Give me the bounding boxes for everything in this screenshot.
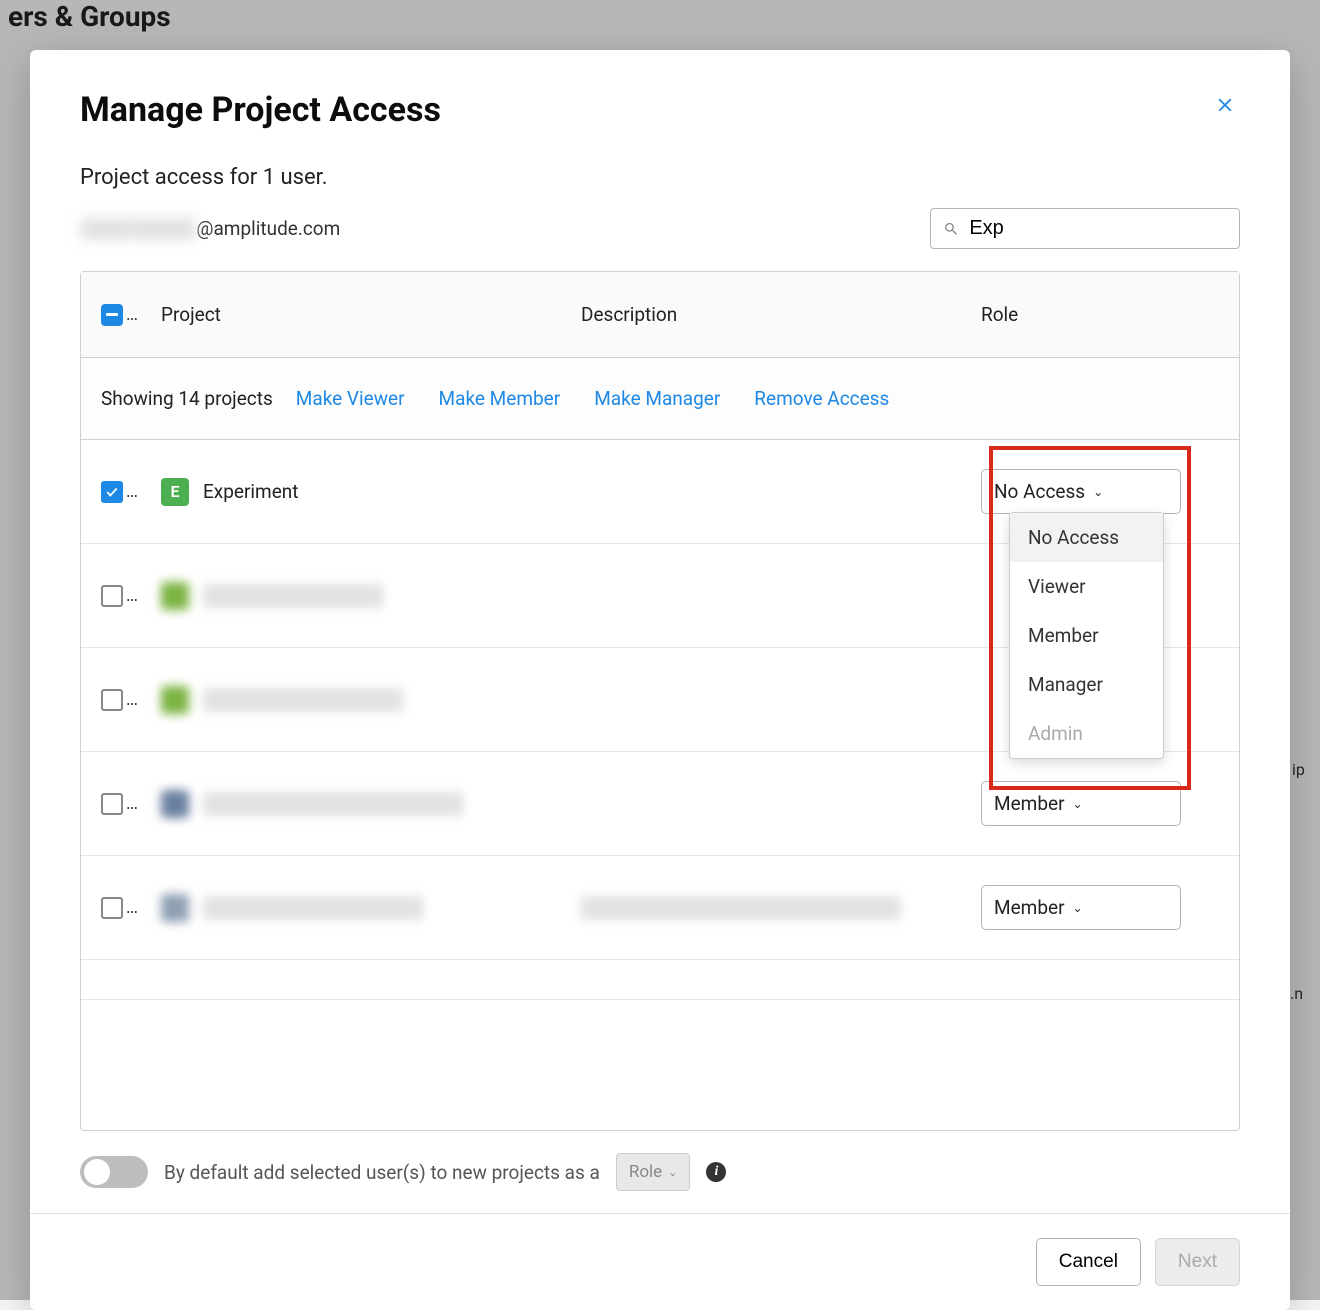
- select-all-checkbox[interactable]: [101, 304, 123, 326]
- row-more-icon[interactable]: ...: [126, 481, 137, 502]
- table-row: ... E Experiment No Access ⌄ No Ac: [81, 440, 1239, 544]
- modal-footer: Cancel Next: [30, 1213, 1290, 1310]
- column-description: Description: [581, 303, 981, 326]
- showing-count: Showing 14 projects: [101, 387, 273, 410]
- header-more-icon[interactable]: ...: [126, 304, 137, 325]
- row-more-icon[interactable]: ...: [126, 897, 137, 918]
- column-project: Project: [161, 303, 581, 326]
- role-option-member[interactable]: Member: [1010, 611, 1163, 660]
- search-icon: [943, 220, 959, 238]
- project-desc-blurred: [581, 896, 901, 920]
- info-icon[interactable]: i: [706, 1162, 726, 1182]
- user-email-suffix: @amplitude.com: [196, 217, 340, 240]
- make-viewer-link[interactable]: Make Viewer: [296, 387, 405, 410]
- project-icon: [161, 582, 189, 610]
- role-option-no-access[interactable]: No Access: [1010, 513, 1163, 562]
- table-row: ... Member ⌄: [81, 752, 1239, 856]
- next-button[interactable]: Next: [1155, 1238, 1240, 1286]
- modal-subheader: Project access for 1 user.: [30, 140, 1290, 190]
- modal-header: Manage Project Access: [30, 50, 1290, 140]
- default-role-select[interactable]: Role ⌄: [616, 1153, 691, 1191]
- make-manager-link[interactable]: Make Manager: [594, 387, 720, 410]
- role-dropdown[interactable]: Member ⌄: [981, 885, 1181, 930]
- project-name-blurred: [203, 792, 463, 816]
- project-name: Experiment: [203, 480, 298, 503]
- row-checkbox[interactable]: [101, 585, 123, 607]
- role-dropdown-label: Member: [994, 792, 1065, 815]
- chevron-down-icon: ⌄: [1073, 797, 1083, 811]
- cancel-button[interactable]: Cancel: [1036, 1238, 1141, 1286]
- chevron-down-icon: ⌄: [668, 1166, 677, 1179]
- row-checkbox[interactable]: [101, 793, 123, 815]
- projects-table: ... Project Description Role Showing 14 …: [80, 271, 1240, 1131]
- role-dropdown[interactable]: Member ⌄: [981, 781, 1181, 826]
- table-row: ... Member ⌄: [81, 856, 1239, 960]
- bulk-action-bar: Showing 14 projects Make Viewer Make Mem…: [81, 358, 1239, 440]
- project-name-blurred: [203, 584, 383, 608]
- default-role-toggle[interactable]: [80, 1156, 148, 1188]
- table-row: [81, 960, 1239, 1000]
- row-checkbox[interactable]: [101, 897, 123, 919]
- check-icon: [105, 485, 119, 499]
- project-icon: E: [161, 478, 189, 506]
- search-input[interactable]: [969, 217, 1227, 240]
- project-name-blurred: [203, 688, 403, 712]
- user-search-row: xxxxx xxxxxx@amplitude.com: [30, 190, 1290, 271]
- chevron-down-icon: ⌄: [1093, 485, 1103, 499]
- user-email: xxxxx xxxxxx@amplitude.com: [80, 217, 340, 240]
- default-role-label: Role: [629, 1162, 662, 1182]
- toggle-knob: [84, 1159, 110, 1185]
- default-role-row: By default add selected user(s) to new p…: [30, 1131, 1290, 1213]
- indeterminate-icon: [106, 313, 118, 316]
- manage-project-access-modal: Manage Project Access Project access for…: [30, 50, 1290, 1310]
- role-option-viewer[interactable]: Viewer: [1010, 562, 1163, 611]
- modal-subtitle: Project access for 1 user.: [80, 165, 1240, 190]
- role-option-admin[interactable]: Admin: [1010, 709, 1163, 758]
- role-dropdown-menu: No Access Viewer Member Manager Admin: [1009, 512, 1164, 759]
- modal-title: Manage Project Access: [80, 90, 441, 130]
- table-body[interactable]: ... E Experiment No Access ⌄ No Ac: [81, 440, 1239, 1130]
- role-dropdown-label: Member: [994, 896, 1065, 919]
- close-button[interactable]: [1210, 90, 1240, 124]
- row-more-icon[interactable]: ...: [126, 585, 137, 606]
- role-option-manager[interactable]: Manager: [1010, 660, 1163, 709]
- close-icon: [1214, 94, 1236, 116]
- default-role-text: By default add selected user(s) to new p…: [164, 1161, 600, 1184]
- row-checkbox[interactable]: [101, 689, 123, 711]
- search-box[interactable]: [930, 208, 1240, 249]
- row-checkbox[interactable]: [101, 481, 123, 503]
- make-member-link[interactable]: Make Member: [439, 387, 561, 410]
- project-icon: [161, 790, 189, 818]
- role-dropdown[interactable]: No Access ⌄: [981, 469, 1181, 514]
- role-dropdown-label: No Access: [994, 480, 1085, 503]
- chevron-down-icon: ⌄: [1073, 901, 1083, 915]
- row-more-icon[interactable]: ...: [126, 793, 137, 814]
- project-name-blurred: [203, 896, 423, 920]
- column-role: Role: [981, 303, 1181, 326]
- project-icon: [161, 686, 189, 714]
- row-more-icon[interactable]: ...: [126, 689, 137, 710]
- project-icon: [161, 894, 189, 922]
- remove-access-link[interactable]: Remove Access: [754, 387, 889, 410]
- table-header-row: ... Project Description Role: [81, 272, 1239, 358]
